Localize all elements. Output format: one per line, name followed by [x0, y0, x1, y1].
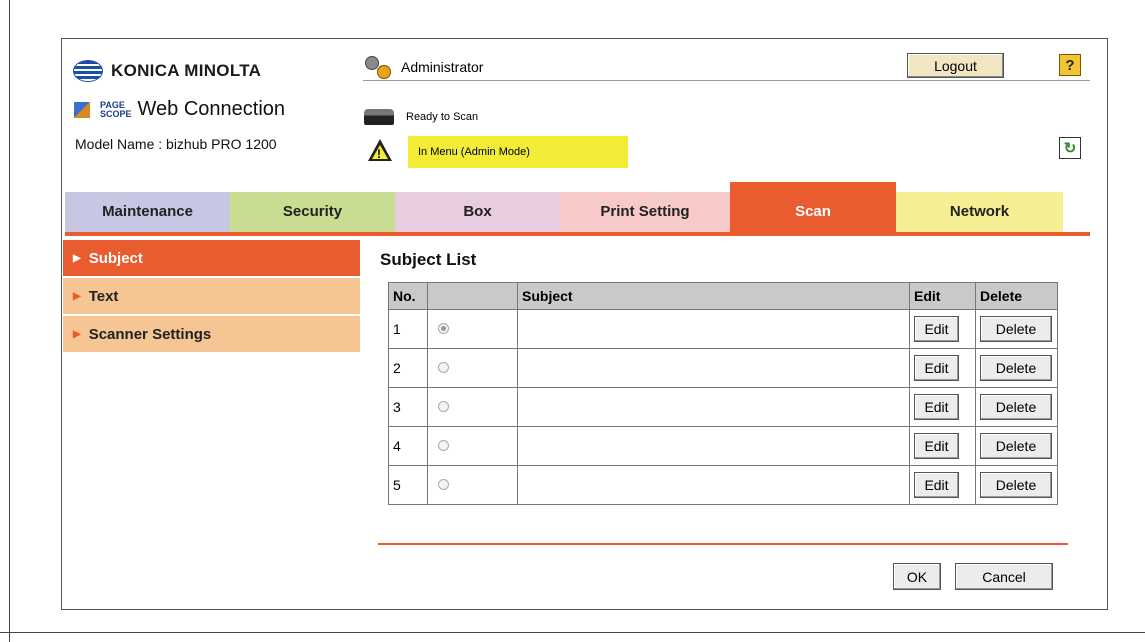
administrator-icon: [363, 56, 393, 79]
subject-radio[interactable]: [438, 479, 449, 490]
ok-button[interactable]: OK: [893, 563, 941, 590]
sidebar-item-subject[interactable]: ▶ Subject: [63, 240, 360, 276]
column-header-select: [427, 282, 518, 310]
tab-scan[interactable]: Scan: [730, 182, 896, 232]
row-number: 5: [388, 465, 428, 505]
row-edit-cell: Edit: [909, 465, 976, 505]
help-icon[interactable]: ?: [1059, 54, 1081, 76]
tab-security[interactable]: Security: [230, 192, 395, 232]
row-edit-cell: Edit: [909, 309, 976, 349]
tab-network[interactable]: Network: [896, 192, 1063, 232]
triangle-right-icon: ▶: [73, 290, 81, 302]
row-delete-cell: Delete: [975, 426, 1058, 466]
row-subject: [517, 426, 910, 466]
column-header-subject: Subject: [517, 282, 910, 310]
delete-button[interactable]: Delete: [980, 355, 1052, 381]
pagescope-wordmark: PAGE SCOPE: [100, 100, 132, 119]
sidebar: ▶ Subject ▶ Text ▶ Scanner Settings: [63, 240, 360, 354]
cancel-button[interactable]: Cancel: [955, 563, 1053, 590]
column-header-no: No.: [388, 282, 428, 310]
edit-button[interactable]: Edit: [914, 316, 959, 342]
row-edit-cell: Edit: [909, 387, 976, 427]
subject-radio[interactable]: [438, 440, 449, 451]
table-row: 1 Edit Delete: [388, 309, 1058, 349]
table-row: 5 Edit Delete: [388, 465, 1058, 505]
device-status-text: Ready to Scan: [406, 111, 479, 123]
tab-print-setting[interactable]: Print Setting: [560, 192, 730, 232]
refresh-icon[interactable]: ↻: [1059, 137, 1081, 159]
row-subject: [517, 309, 910, 349]
row-edit-cell: Edit: [909, 348, 976, 388]
subject-radio[interactable]: [438, 362, 449, 373]
delete-button[interactable]: Delete: [980, 472, 1052, 498]
row-number: 4: [388, 426, 428, 466]
product-logo: PAGE SCOPE Web Connection: [74, 98, 285, 121]
edit-button[interactable]: Edit: [914, 433, 959, 459]
mode-status-text: In Menu (Admin Mode): [418, 146, 530, 158]
column-header-delete: Delete: [975, 282, 1058, 310]
edit-button[interactable]: Edit: [914, 394, 959, 420]
tab-box[interactable]: Box: [395, 192, 560, 232]
row-number: 2: [388, 348, 428, 388]
table-row: 3 Edit Delete: [388, 387, 1058, 427]
row-select-cell: [427, 426, 518, 466]
row-number: 1: [388, 309, 428, 349]
warning-icon: !: [364, 139, 394, 165]
brand-name: KONICA MINOLTA: [111, 61, 262, 80]
row-select-cell: [427, 348, 518, 388]
tabs-underline: [65, 232, 1090, 236]
row-subject: [517, 465, 910, 505]
row-delete-cell: Delete: [975, 465, 1058, 505]
edit-button[interactable]: Edit: [914, 472, 959, 498]
model-name: Model Name : bizhub PRO 1200: [75, 136, 277, 152]
column-header-edit: Edit: [909, 282, 976, 310]
delete-button[interactable]: Delete: [980, 394, 1052, 420]
user-indicator: Administrator: [363, 56, 484, 79]
row-edit-cell: Edit: [909, 426, 976, 466]
table-row: 2 Edit Delete: [388, 348, 1058, 388]
brand-logo: KONICA MINOLTA: [73, 60, 261, 82]
triangle-right-icon: ▶: [73, 328, 81, 340]
table-header-row: No. Subject Edit Delete: [388, 282, 1058, 310]
edit-button[interactable]: Edit: [914, 355, 959, 381]
sidebar-item-scanner-settings[interactable]: ▶ Scanner Settings: [63, 316, 360, 352]
delete-button[interactable]: Delete: [980, 316, 1052, 342]
user-name: Administrator: [401, 59, 484, 75]
mode-status: ! In Menu (Admin Mode): [364, 136, 628, 168]
scanner-icon: [364, 109, 394, 125]
table-row: 4 Edit Delete: [388, 426, 1058, 466]
row-select-cell: [427, 309, 518, 349]
page-border-left: [9, 0, 10, 642]
globe-logo-icon: [73, 60, 103, 82]
tab-maintenance[interactable]: Maintenance: [65, 192, 230, 232]
triangle-right-icon: ▶: [73, 252, 81, 264]
sidebar-item-label: Text: [88, 287, 119, 305]
sidebar-item-text[interactable]: ▶ Text: [63, 278, 360, 314]
content-divider: [378, 543, 1068, 545]
row-select-cell: [427, 387, 518, 427]
row-select-cell: [427, 465, 518, 505]
sidebar-item-label: Subject: [88, 249, 143, 267]
row-delete-cell: Delete: [975, 387, 1058, 427]
subject-radio[interactable]: [438, 401, 449, 412]
sidebar-item-label: Scanner Settings: [88, 325, 212, 343]
main-tabs: Maintenance Security Box Print Setting S…: [65, 182, 1090, 232]
row-delete-cell: Delete: [975, 348, 1058, 388]
row-subject: [517, 387, 910, 427]
row-number: 3: [388, 387, 428, 427]
header-divider: [363, 80, 1090, 81]
pagescope-icon: [74, 100, 94, 120]
delete-button[interactable]: Delete: [980, 433, 1052, 459]
logout-button[interactable]: Logout: [907, 53, 1004, 78]
row-subject: [517, 348, 910, 388]
row-delete-cell: Delete: [975, 309, 1058, 349]
device-status: Ready to Scan: [364, 109, 478, 125]
subject-table: No. Subject Edit Delete 1 Edit Delete 2 …: [388, 282, 1058, 505]
page-border-bottom: [0, 632, 1145, 633]
product-name: Web Connection: [137, 98, 286, 120]
pagescope-bottom: SCOPE: [100, 108, 132, 119]
page-title: Subject List: [380, 250, 477, 269]
subject-radio[interactable]: [438, 323, 449, 334]
